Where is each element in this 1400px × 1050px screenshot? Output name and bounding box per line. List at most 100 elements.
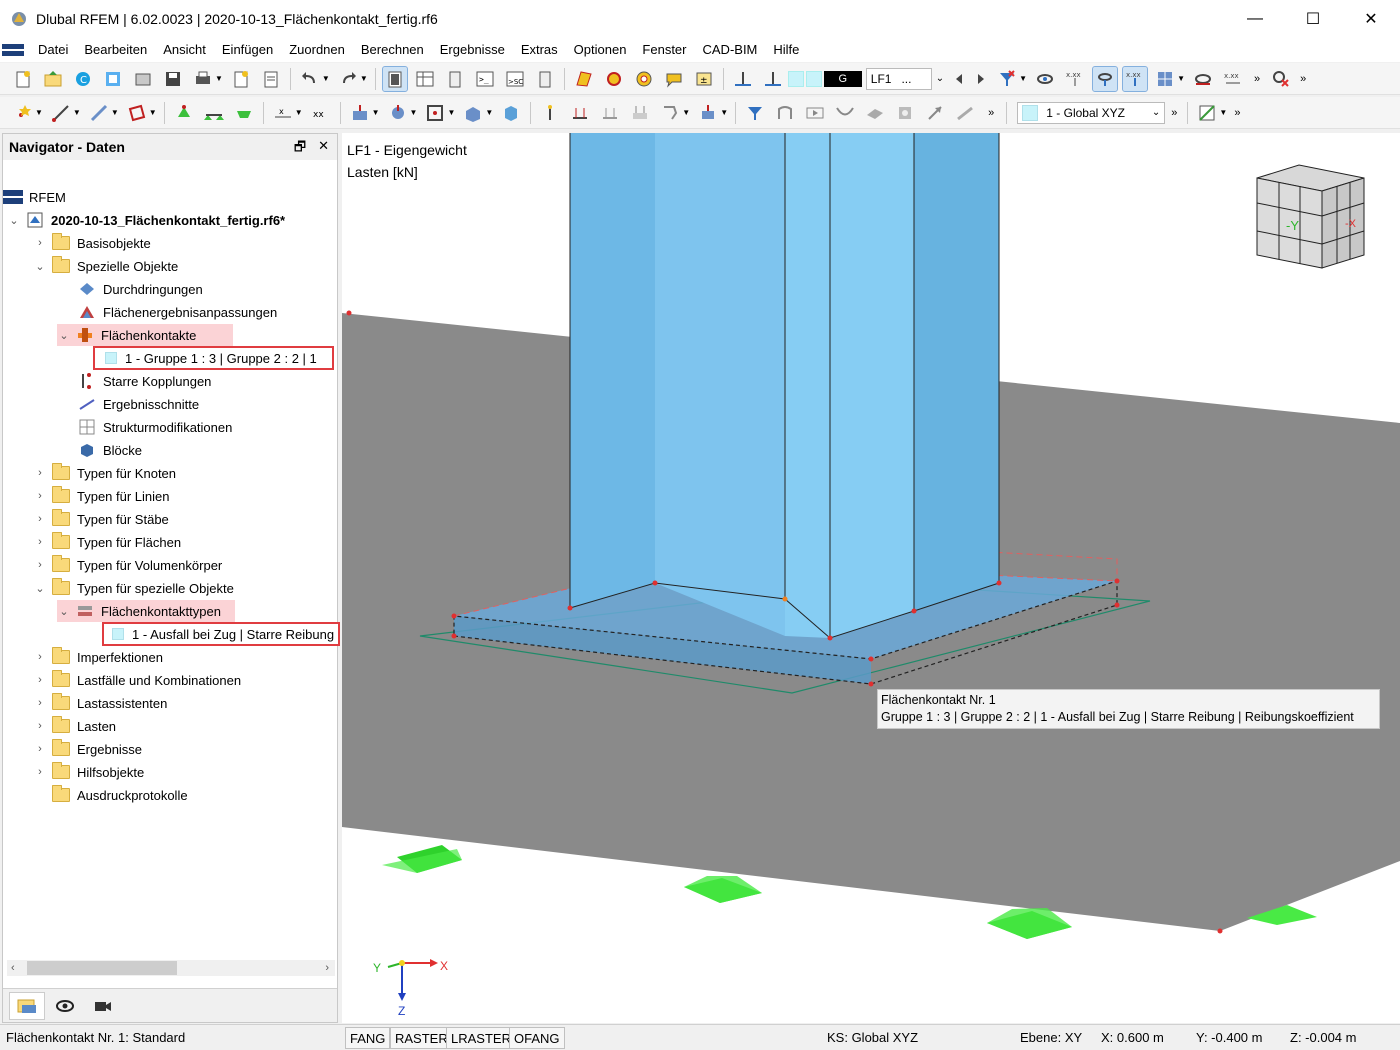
- report-icon[interactable]: [259, 67, 283, 91]
- expand-icon[interactable]: ›: [33, 720, 47, 732]
- redo-icon[interactable]: [336, 67, 360, 91]
- expand-icon[interactable]: ›: [33, 536, 47, 548]
- tree-durchdringungen[interactable]: Durchdringungen: [77, 278, 203, 300]
- tree-file[interactable]: ⌄ 2020-10-13_Flächenkontakt_fertig.rf6*: [7, 209, 285, 231]
- imperfection-icon[interactable]: [696, 101, 720, 125]
- column-right-face[interactable]: [914, 133, 999, 611]
- contact-node[interactable]: [1114, 602, 1120, 608]
- comment-icon[interactable]: [662, 67, 686, 91]
- node-dropdown-icon[interactable]: ▼: [35, 108, 43, 117]
- line-grid-toggle[interactable]: LRASTER: [446, 1027, 516, 1049]
- solid-icon[interactable]: [499, 101, 523, 125]
- tab-data[interactable]: [9, 991, 45, 1020]
- result-values-icon[interactable]: x.xx: [1221, 67, 1245, 91]
- column-left-face-dark[interactable]: [570, 133, 655, 608]
- close-panel-icon[interactable]: ✕: [318, 138, 329, 160]
- expand-icon[interactable]: ›: [33, 237, 47, 249]
- column-node[interactable]: [782, 596, 788, 602]
- workplane-dropdown-icon[interactable]: ▼: [1219, 108, 1227, 117]
- load-member-dropdown-icon[interactable]: ▼: [410, 108, 418, 117]
- menu-datei[interactable]: Datei: [30, 38, 76, 62]
- open-model-icon[interactable]: [41, 67, 65, 91]
- undo-icon[interactable]: [298, 67, 322, 91]
- script-icon[interactable]: >SC: [503, 67, 527, 91]
- vector-icon[interactable]: [923, 101, 947, 125]
- column-node[interactable]: [996, 580, 1002, 586]
- tree-root-rfem[interactable]: RFEM: [3, 186, 66, 208]
- node-support-icon[interactable]: [172, 101, 196, 125]
- column-node[interactable]: [652, 580, 658, 586]
- collapse-icon[interactable]: ⌄: [33, 260, 47, 273]
- loadcase-dropdown-icon[interactable]: ⌄: [936, 73, 944, 84]
- collapse-icon[interactable]: ⌄: [57, 605, 71, 618]
- tree-typen-volumenkoerper[interactable]: › Typen für Volumenkörper: [33, 554, 222, 576]
- undo-dropdown-icon[interactable]: ▼: [322, 74, 330, 83]
- filter-icon[interactable]: [995, 67, 1019, 91]
- line-load-icon[interactable]: [598, 101, 622, 125]
- tree-flaechenkontakte[interactable]: ⌄ Flächenkontakte: [57, 324, 233, 346]
- new-node-icon[interactable]: [11, 101, 35, 125]
- view-settings-icon[interactable]: [1033, 67, 1057, 91]
- expand-icon[interactable]: ›: [33, 697, 47, 709]
- load-values-icon[interactable]: x.xx: [1122, 65, 1149, 92]
- new-line-icon[interactable]: [49, 101, 73, 125]
- toolbar2-end-overflow-icon[interactable]: »: [1234, 107, 1240, 119]
- expand-icon[interactable]: ›: [33, 559, 47, 571]
- cloud-icon[interactable]: C: [71, 67, 95, 91]
- menu-ansicht[interactable]: Ansicht: [155, 38, 214, 62]
- previous-loadcase-icon[interactable]: [951, 67, 967, 91]
- redo-dropdown-icon[interactable]: ▼: [360, 74, 368, 83]
- collapse-icon[interactable]: ⌄: [57, 329, 71, 342]
- tree-starre-kopplungen[interactable]: Starre Kopplungen: [77, 370, 211, 392]
- expand-icon[interactable]: ›: [33, 490, 47, 502]
- tree-flaechenkontakttyp-1[interactable]: 1 - Ausfall bei Zug | Starre Reibung: [102, 622, 340, 646]
- load-downward-icon[interactable]: [761, 67, 785, 91]
- close-window-button[interactable]: ✕: [1342, 0, 1400, 38]
- contact-node[interactable]: [451, 633, 457, 639]
- tree-typen-linien[interactable]: › Typen für Linien: [33, 485, 170, 507]
- load-node-icon[interactable]: [348, 101, 372, 125]
- tree-ausdruckprotokolle[interactable]: Ausdruckprotokolle: [51, 784, 188, 806]
- support[interactable]: [684, 876, 762, 903]
- tree-spezielle-objekte[interactable]: ⌄ Spezielle Objekte: [33, 255, 178, 277]
- menu-optionen[interactable]: Optionen: [566, 38, 635, 62]
- tree-typen-flaechen[interactable]: › Typen für Flächen: [33, 531, 181, 553]
- grid-dropdown-icon[interactable]: ▼: [1177, 74, 1185, 83]
- menu-ergebnisse[interactable]: Ergebnisse: [432, 38, 513, 62]
- new-member-icon[interactable]: [87, 101, 111, 125]
- collapse-icon[interactable]: ⌄: [7, 214, 21, 227]
- print-icon[interactable]: [191, 67, 215, 91]
- snap-toggle[interactable]: FANG: [345, 1027, 391, 1049]
- tree-lasten[interactable]: › Lasten: [33, 715, 116, 737]
- load-upward-icon[interactable]: [731, 67, 755, 91]
- maximize-button[interactable]: ☐: [1284, 0, 1342, 38]
- support[interactable]: [987, 908, 1072, 939]
- surface-select-icon[interactable]: [572, 67, 596, 91]
- menu-hilfe[interactable]: Hilfe: [765, 38, 807, 62]
- values-toggle-icon[interactable]: x.xx: [1063, 67, 1087, 91]
- load-solid-dropdown-icon[interactable]: ▼: [485, 108, 493, 117]
- solid-results-icon[interactable]: [893, 101, 917, 125]
- surface-results-icon[interactable]: [863, 101, 887, 125]
- expand-icon[interactable]: ›: [33, 674, 47, 686]
- free-load-icon[interactable]: [658, 101, 682, 125]
- free-load-dropdown-icon[interactable]: ▼: [682, 108, 690, 117]
- new-surface-icon[interactable]: [125, 101, 149, 125]
- menu-extras[interactable]: Extras: [513, 38, 566, 62]
- scroll-left-icon[interactable]: ‹: [11, 962, 15, 974]
- tree-lastfaelle[interactable]: › Lastfälle und Kombinationen: [33, 669, 241, 691]
- dimension-dropdown-icon[interactable]: ▼: [295, 108, 303, 117]
- column-node[interactable]: [911, 608, 917, 614]
- tree-basisobjekte[interactable]: › Basisobjekte: [33, 232, 151, 254]
- tab-display[interactable]: [47, 992, 83, 1020]
- dimension-line-icon[interactable]: x: [271, 101, 295, 125]
- expand-icon[interactable]: ›: [33, 467, 47, 479]
- tree-ergebnisse[interactable]: › Ergebnisse: [33, 738, 142, 760]
- new-model-icon[interactable]: [11, 67, 35, 91]
- tree-typen-staebe[interactable]: › Typen für Stäbe: [33, 508, 169, 530]
- load-node-dropdown-icon[interactable]: ▼: [372, 108, 380, 117]
- contact-node[interactable]: [451, 613, 457, 619]
- grid-toggle[interactable]: RASTER: [390, 1027, 453, 1049]
- templates-icon[interactable]: [131, 67, 155, 91]
- imposed-load-icon[interactable]: [538, 101, 562, 125]
